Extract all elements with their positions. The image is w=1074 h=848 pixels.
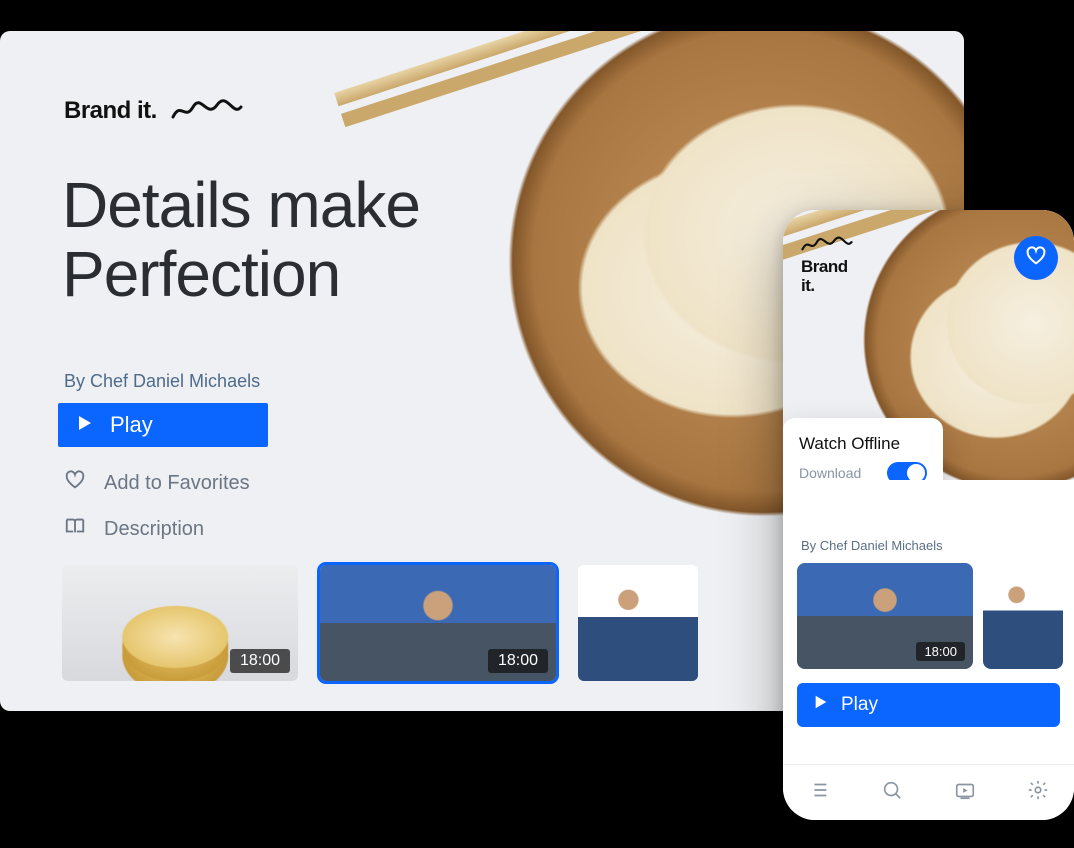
- favorites-label: Add to Favorites: [104, 472, 250, 495]
- offline-title: Watch Offline: [799, 434, 927, 454]
- brand-row: Brand it.: [64, 97, 243, 125]
- thumbnail-1[interactable]: 18:00: [62, 565, 298, 681]
- play-button[interactable]: Play: [58, 403, 268, 447]
- favorite-fab-button[interactable]: [1014, 236, 1058, 280]
- play-label: Play: [110, 412, 153, 438]
- heart-icon: [1025, 245, 1047, 272]
- description-button[interactable]: Description: [64, 515, 204, 543]
- phone-byline: By Chef Daniel Michaels: [783, 480, 1074, 563]
- play-label: Play: [841, 694, 878, 716]
- phone-thumbnail-2[interactable]: [983, 563, 1063, 669]
- heart-icon: [64, 469, 86, 497]
- page-title: Details make Perfection: [62, 171, 420, 309]
- brand-scribble-icon: [171, 99, 243, 123]
- phone-thumbnail-1[interactable]: 18:00: [797, 563, 973, 669]
- nav-video-button[interactable]: [951, 779, 979, 807]
- brand-label: Brand it.: [64, 97, 157, 125]
- download-toggle[interactable]: [887, 462, 927, 480]
- search-icon: [881, 779, 903, 806]
- byline: By Chef Daniel Michaels: [64, 371, 260, 392]
- phone-thumbnails-row: 18:00: [783, 563, 1074, 669]
- video-icon: [954, 779, 976, 806]
- thumbnail-3[interactable]: [578, 565, 698, 681]
- headline-line1: Details make: [62, 169, 420, 241]
- gear-icon: [1027, 779, 1049, 806]
- phone-app-card: Brandit. Watch Offline Download By Chef …: [783, 210, 1074, 820]
- description-label: Description: [104, 518, 204, 541]
- phone-bottom-nav: [783, 764, 1074, 820]
- nav-list-button[interactable]: [805, 779, 833, 807]
- headline-line2: Perfection: [62, 238, 340, 310]
- watch-offline-card: Watch Offline Download: [783, 418, 943, 480]
- book-icon: [64, 515, 86, 543]
- brand-label: Brandit.: [801, 258, 853, 295]
- phone-hero: Brandit. Watch Offline Download: [783, 210, 1074, 480]
- video-thumbnails-row: 18:00 18:00: [62, 565, 698, 681]
- download-label: Download: [799, 465, 861, 480]
- play-icon: [813, 694, 829, 716]
- phone-brand: Brandit.: [801, 236, 853, 295]
- brand-scribble-icon: [801, 236, 853, 254]
- duration-badge: 18:00: [488, 649, 548, 673]
- thumbnail-2[interactable]: 18:00: [320, 565, 556, 681]
- list-icon: [808, 779, 830, 806]
- phone-play-button[interactable]: Play: [797, 683, 1060, 727]
- add-to-favorites-button[interactable]: Add to Favorites: [64, 469, 250, 497]
- nav-settings-button[interactable]: [1024, 779, 1052, 807]
- duration-badge: 18:00: [230, 649, 290, 673]
- duration-badge: 18:00: [916, 642, 965, 661]
- nav-search-button[interactable]: [878, 779, 906, 807]
- play-icon: [76, 412, 94, 438]
